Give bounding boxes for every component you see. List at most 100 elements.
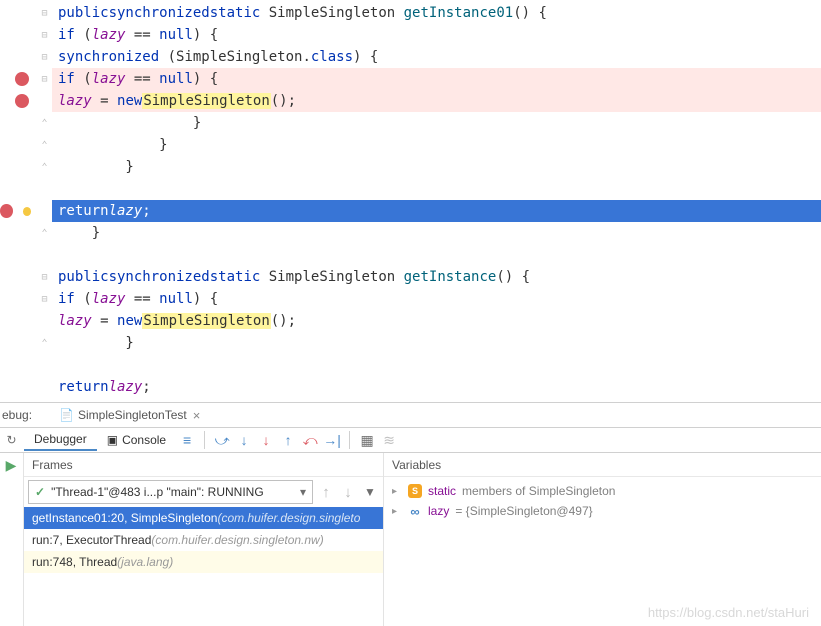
fold-marker[interactable] bbox=[38, 354, 51, 376]
step-over-icon[interactable]: ⤻ bbox=[211, 429, 233, 451]
code-line[interactable]: } bbox=[52, 156, 821, 178]
gutter-line[interactable] bbox=[0, 112, 37, 134]
fold-marker[interactable] bbox=[38, 310, 51, 332]
code-line[interactable]: synchronized (SimpleSingleton.class) { bbox=[52, 46, 821, 68]
code-line[interactable]: if (lazy == null) { bbox=[52, 288, 821, 310]
stack-frame[interactable]: run:748, Thread (java.lang) bbox=[24, 551, 383, 573]
fold-marker[interactable] bbox=[38, 244, 51, 266]
prev-frame-icon[interactable]: ↑ bbox=[317, 484, 335, 501]
fold-marker[interactable] bbox=[38, 178, 51, 200]
debug-toolbar: ↻ Debugger ▣ Console ≡ ⤻ ↓ ↓ ↑ ⤺ →| ▦ ≋ bbox=[0, 427, 821, 452]
console-tab[interactable]: ▣ Console bbox=[97, 430, 176, 450]
code-line[interactable]: if (lazy == null) { bbox=[52, 24, 821, 46]
code-area[interactable]: public synchronized static SimpleSinglet… bbox=[52, 0, 821, 402]
code-line[interactable] bbox=[52, 354, 821, 376]
code-line[interactable]: lazy = new SimpleSingleton(); bbox=[52, 90, 821, 112]
resume-icon[interactable]: ▶ bbox=[0, 453, 22, 477]
debug-panels: ▶ Frames ✓ "Thread-1"@483 i...p "main": … bbox=[0, 452, 821, 626]
run-to-cursor-icon[interactable]: →| bbox=[321, 429, 343, 451]
execution-point-icon bbox=[23, 207, 31, 216]
thread-name: "Thread-1"@483 i...p "main": RUNNING bbox=[51, 485, 264, 499]
gutter-line[interactable] bbox=[0, 200, 37, 222]
thread-selector[interactable]: ✓ "Thread-1"@483 i...p "main": RUNNING ▾ bbox=[28, 480, 313, 504]
code-line[interactable]: } bbox=[52, 332, 821, 354]
gutter-line[interactable] bbox=[0, 376, 37, 398]
code-line[interactable]: } bbox=[52, 112, 821, 134]
tab-label: Debugger bbox=[34, 432, 87, 446]
fold-marker[interactable] bbox=[38, 90, 51, 112]
code-line[interactable] bbox=[52, 244, 821, 266]
fold-marker[interactable]: ⌃ bbox=[38, 112, 51, 134]
gutter-line[interactable] bbox=[0, 332, 37, 354]
var-name: lazy bbox=[428, 504, 449, 518]
evaluate-icon[interactable]: ▦ bbox=[356, 429, 378, 451]
gutter-line[interactable] bbox=[0, 222, 37, 244]
fold-marker[interactable]: ⌃ bbox=[38, 332, 51, 354]
variable-row[interactable]: ▸Sstatic members of SimpleSingleton bbox=[392, 481, 813, 501]
code-line[interactable]: } bbox=[52, 134, 821, 156]
filter-icon[interactable]: ▼ bbox=[361, 485, 379, 499]
fold-marker[interactable]: ⌃ bbox=[38, 222, 51, 244]
threads-icon[interactable]: ≡ bbox=[176, 429, 198, 451]
code-line[interactable] bbox=[52, 178, 821, 200]
fold-marker[interactable] bbox=[38, 376, 51, 398]
fold-marker[interactable]: ⊟ bbox=[38, 2, 51, 24]
debugger-tab[interactable]: Debugger bbox=[24, 429, 97, 451]
gutter-line[interactable] bbox=[0, 244, 37, 266]
fold-marker[interactable]: ⊟ bbox=[38, 288, 51, 310]
fold-marker[interactable]: ⌃ bbox=[38, 156, 51, 178]
stack-frame[interactable]: run:7, ExecutorThread (com.huifer.design… bbox=[24, 529, 383, 551]
gutter-line[interactable] bbox=[0, 134, 37, 156]
var-kind-icon: ∞ bbox=[408, 504, 422, 518]
code-line[interactable]: public synchronized static SimpleSinglet… bbox=[52, 266, 821, 288]
tab-label: Console bbox=[122, 433, 166, 447]
gutter-line[interactable] bbox=[0, 354, 37, 376]
gutter-line[interactable] bbox=[0, 46, 37, 68]
gutter-line[interactable] bbox=[0, 90, 37, 112]
code-line[interactable]: } bbox=[52, 222, 821, 244]
trace-icon[interactable]: ≋ bbox=[378, 429, 400, 451]
close-icon[interactable]: × bbox=[193, 408, 201, 423]
gutter-line[interactable] bbox=[0, 68, 37, 90]
gutter-line[interactable] bbox=[0, 288, 37, 310]
gutter-line[interactable] bbox=[0, 156, 37, 178]
code-line[interactable]: return lazy; bbox=[52, 200, 821, 222]
gutter-line[interactable] bbox=[0, 266, 37, 288]
var-name: static bbox=[428, 484, 456, 498]
variables-list: ▸Sstatic members of SimpleSingleton▸∞laz… bbox=[384, 477, 821, 525]
variable-row[interactable]: ▸ ∞ lazy = {SimpleSingleton@497} bbox=[392, 501, 813, 521]
breakpoint-icon[interactable] bbox=[0, 204, 13, 218]
var-value: = {SimpleSingleton@497} bbox=[455, 504, 592, 518]
fold-marker[interactable]: ⊟ bbox=[38, 68, 51, 90]
code-line[interactable]: public synchronized static SimpleSinglet… bbox=[52, 2, 821, 24]
code-line[interactable]: if (lazy == null) { bbox=[52, 68, 821, 90]
step-into-icon[interactable]: ↓ bbox=[233, 429, 255, 451]
fold-marker[interactable]: ⊟ bbox=[38, 46, 51, 68]
fold-marker[interactable]: ⊟ bbox=[38, 266, 51, 288]
gutter-line[interactable] bbox=[0, 310, 37, 332]
frame-location: run:7, ExecutorThread bbox=[32, 533, 151, 547]
gutter-line[interactable] bbox=[0, 24, 37, 46]
restart-icon[interactable]: ↻ bbox=[0, 428, 24, 452]
code-editor: ⊟⊟⊟⊟⌃⌃⌃⌃⊟⊟⌃ public synchronized static S… bbox=[0, 0, 821, 402]
code-line[interactable]: lazy = new SimpleSingleton(); bbox=[52, 310, 821, 332]
run-config-name: SimpleSingletonTest bbox=[78, 408, 187, 422]
fold-marker[interactable] bbox=[38, 200, 51, 222]
expand-icon[interactable]: ▸ bbox=[392, 486, 402, 497]
gutter-line[interactable] bbox=[0, 2, 37, 24]
code-line[interactable]: return lazy; bbox=[52, 376, 821, 398]
stack-frame[interactable]: getInstance01:20, SimpleSingleton (com.h… bbox=[24, 507, 383, 529]
drop-frame-icon[interactable]: ⤺ bbox=[299, 429, 321, 451]
expand-icon[interactable]: ▸ bbox=[392, 506, 402, 517]
fold-marker[interactable]: ⌃ bbox=[38, 134, 51, 156]
breakpoint-icon[interactable] bbox=[15, 72, 29, 86]
gutter-line[interactable] bbox=[0, 178, 37, 200]
force-step-into-icon[interactable]: ↓ bbox=[255, 429, 277, 451]
run-config-tab[interactable]: 📄 SimpleSingletonTest × bbox=[50, 405, 209, 426]
breakpoint-icon[interactable] bbox=[15, 94, 29, 108]
fold-marker[interactable]: ⊟ bbox=[38, 24, 51, 46]
step-out-icon[interactable]: ↑ bbox=[277, 429, 299, 451]
var-kind-icon: S bbox=[408, 484, 422, 498]
next-frame-icon[interactable]: ↓ bbox=[339, 484, 357, 501]
check-icon: ✓ bbox=[35, 485, 45, 499]
